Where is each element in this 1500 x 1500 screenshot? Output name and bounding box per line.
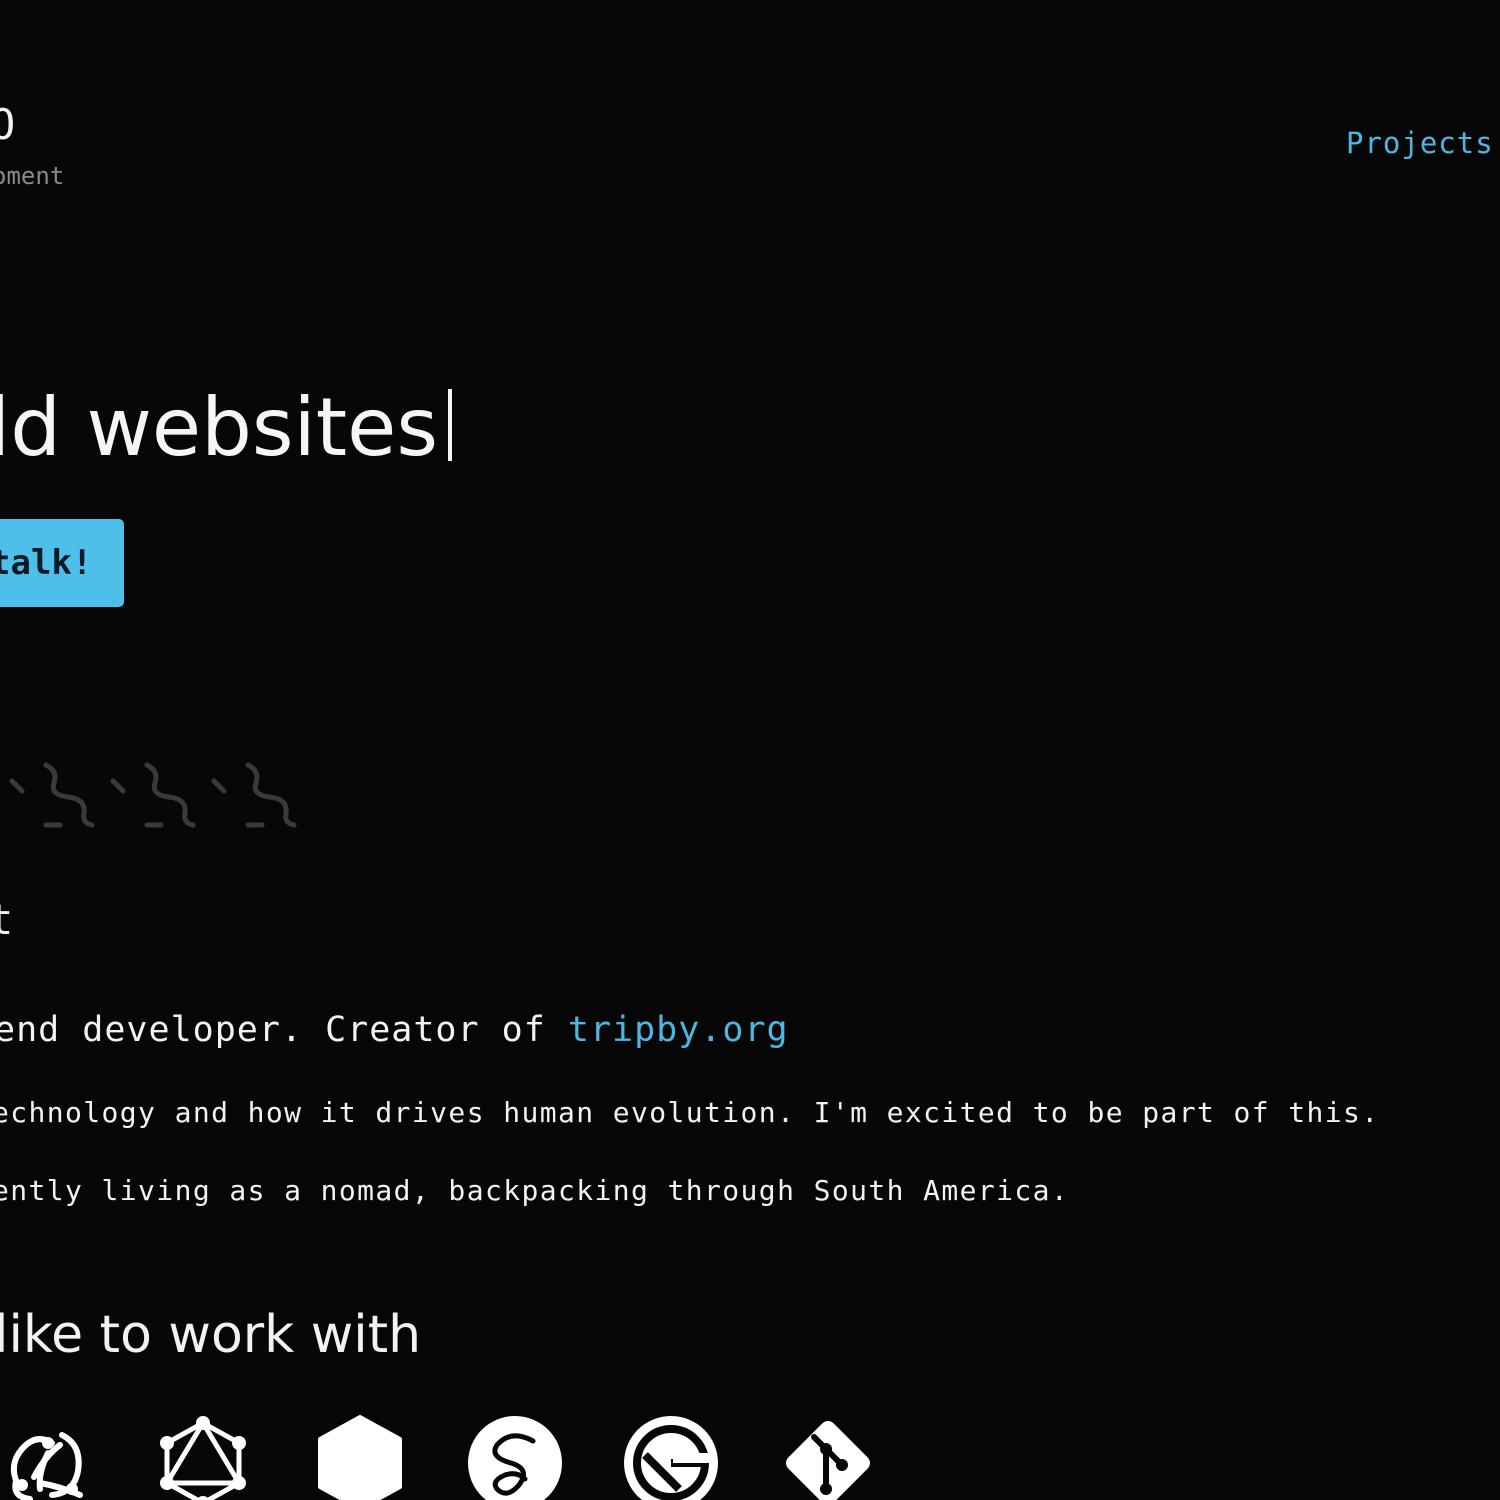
hero-headline: ld websites (0, 378, 453, 478)
graphql-icon (160, 1416, 246, 1500)
squiggle-divider (9, 762, 297, 828)
about-intro: end developer. Creator of tripby.org (0, 1010, 789, 1050)
about-heading: t (0, 895, 14, 944)
typing-cursor (448, 389, 453, 461)
nodejs-hexagon-icon (318, 1415, 402, 1500)
tripby-link[interactable]: tripby.org (568, 1010, 789, 1050)
lets-talk-button[interactable]: talk! (0, 519, 124, 607)
hero-headline-text: ld websites (0, 381, 439, 474)
logo-title[interactable]: O (0, 100, 16, 149)
gatsby-icon (624, 1416, 718, 1500)
about-paragraph-2: ently living as a nomad, backpacking thr… (0, 1174, 1070, 1207)
redux-icon (10, 1432, 83, 1500)
git-icon (786, 1421, 870, 1500)
logo-subtitle: oment (0, 162, 65, 190)
about-paragraph-1: echnology and how it drives human evolut… (0, 1096, 1380, 1129)
tech-heading: like to work with (0, 1305, 422, 1365)
sass-icon (468, 1416, 562, 1500)
nav-projects-link[interactable]: Projects (1346, 126, 1494, 160)
about-intro-text: end developer. Creator of (0, 1010, 568, 1050)
